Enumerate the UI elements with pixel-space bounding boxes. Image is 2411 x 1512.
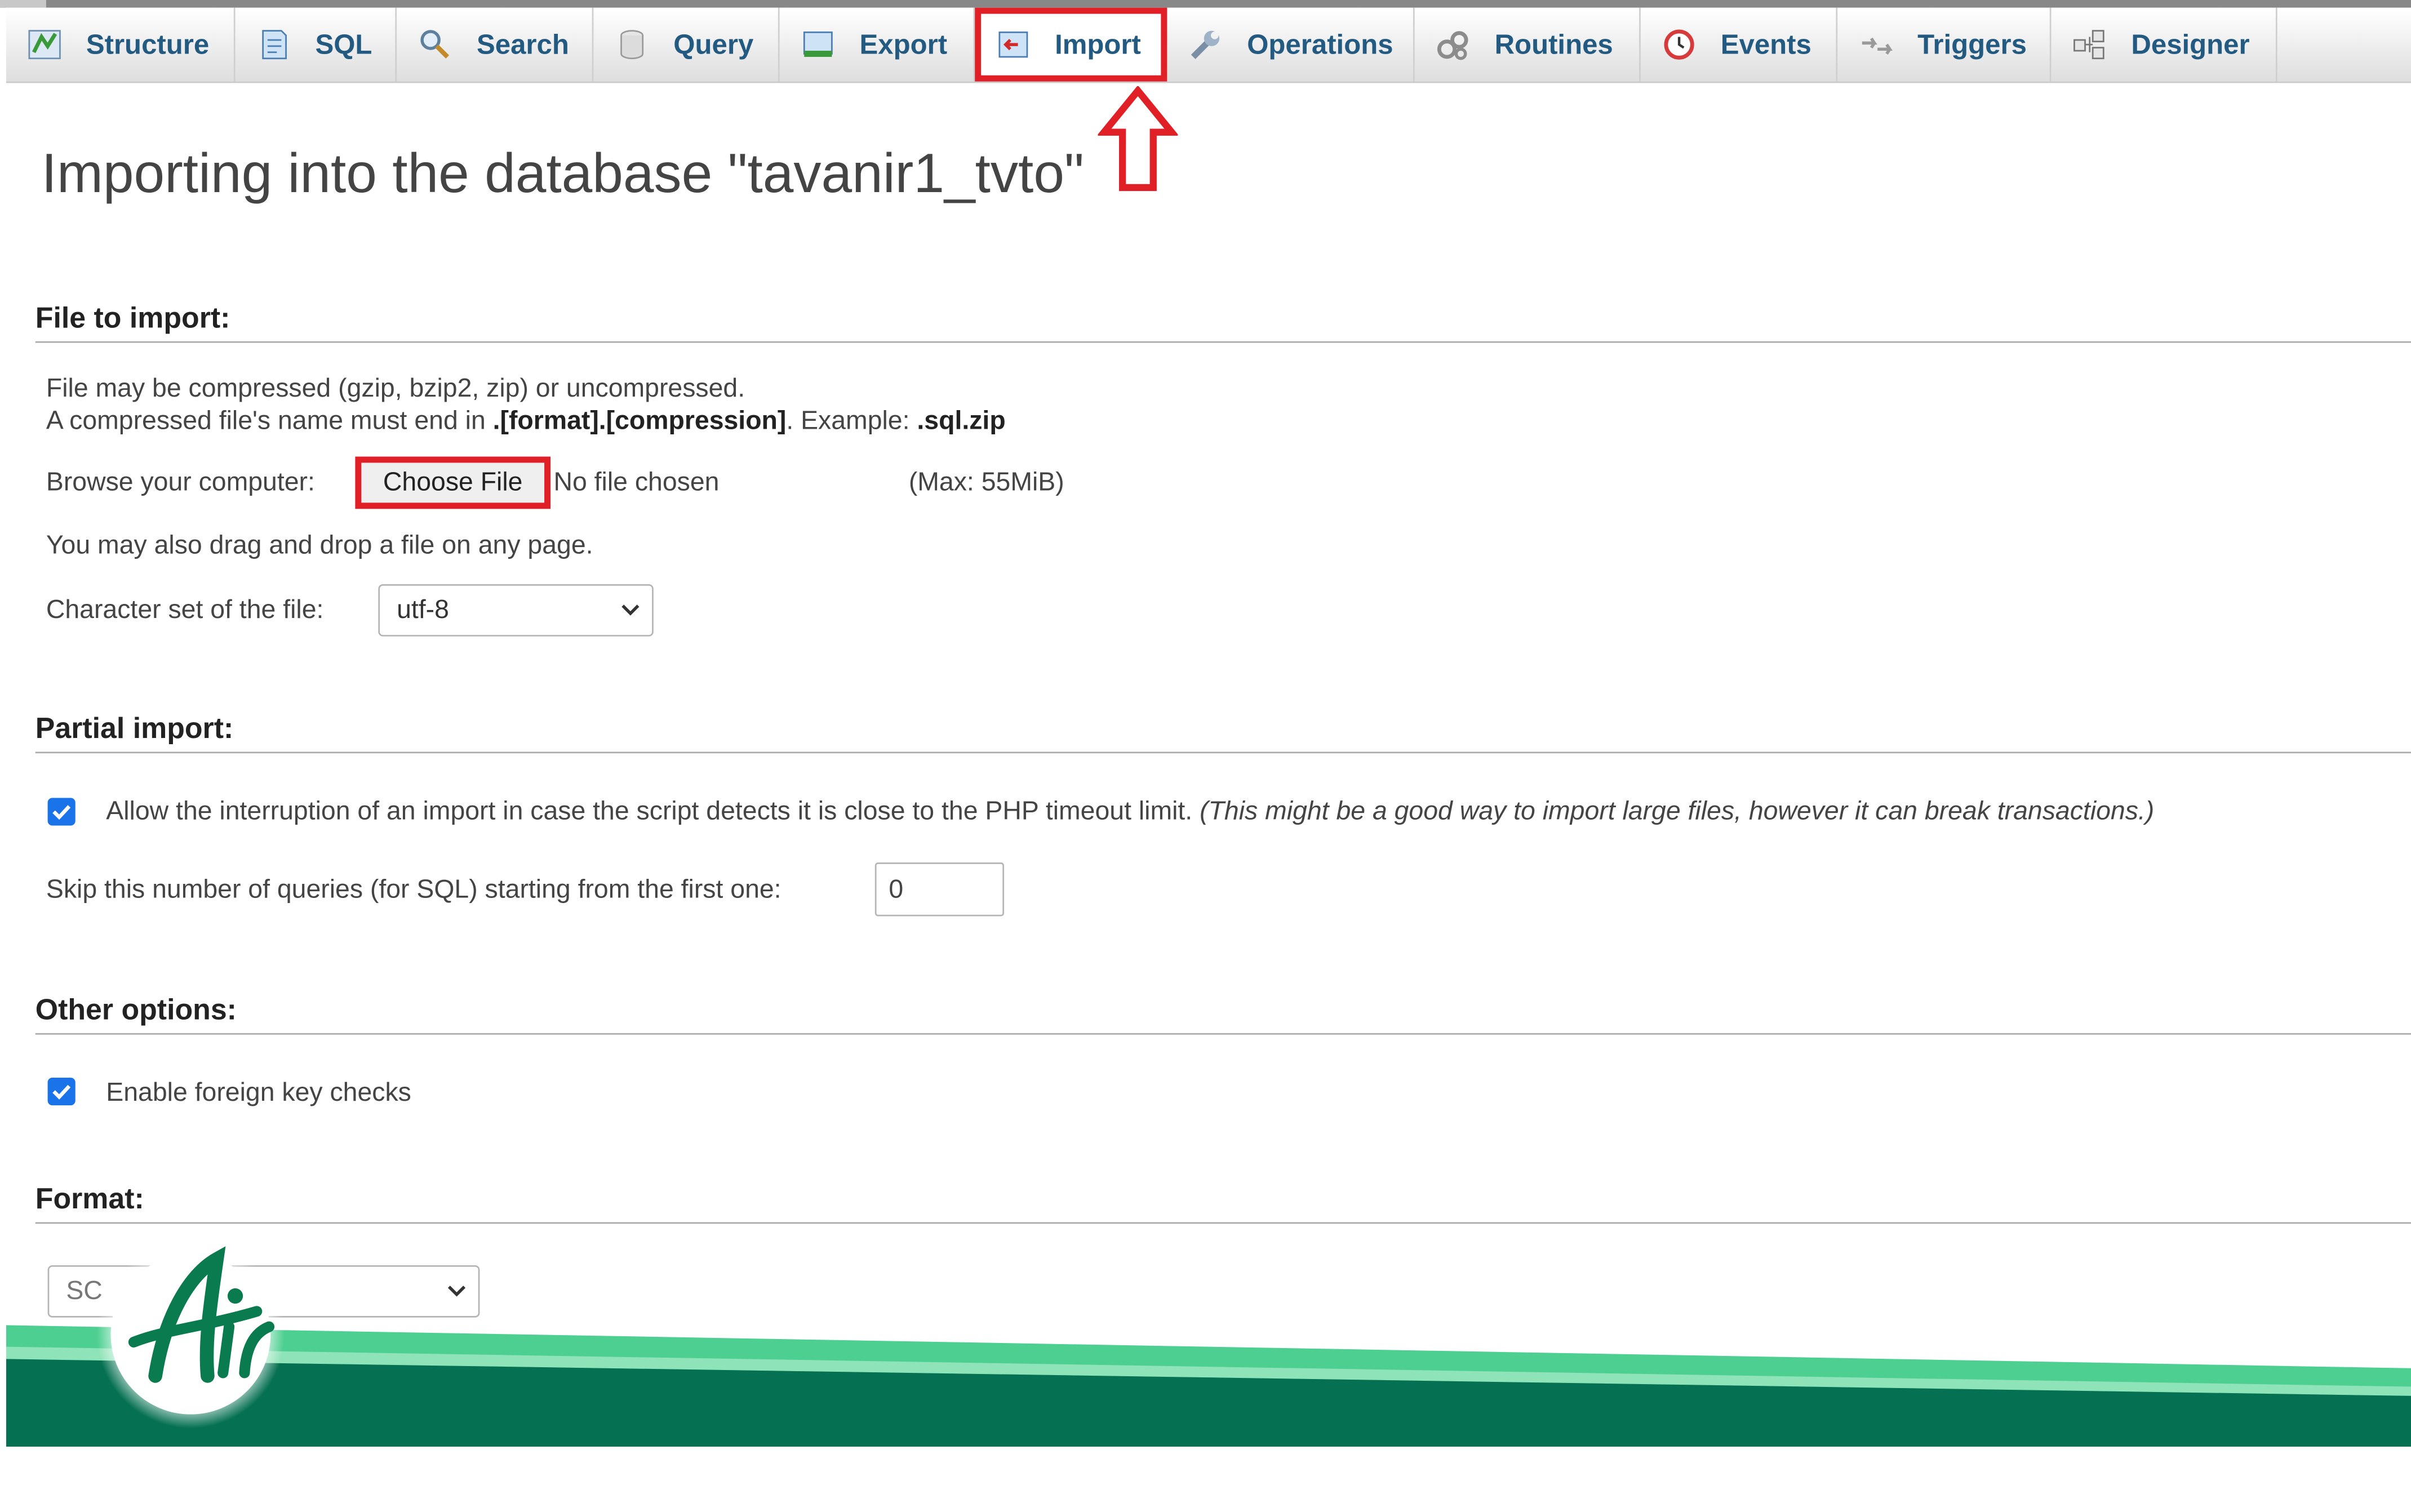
foreign-key-checkbox[interactable]: [47, 1078, 76, 1106]
note-format: .[format].[compression]: [492, 406, 787, 435]
tab-label: Triggers: [1917, 28, 2027, 60]
tab-query[interactable]: Query: [593, 7, 780, 82]
browse-label: Browse your computer:: [46, 467, 315, 497]
allow-interrupt-note: (This might be a good way to import larg…: [1200, 796, 2155, 826]
tab-export[interactable]: Export: [780, 7, 975, 82]
drag-drop-text: You may also drag and drop a file on any…: [46, 530, 593, 560]
tab-label: Import: [1055, 28, 1141, 60]
tab-structure[interactable]: Structure: [6, 7, 236, 82]
tab-operations[interactable]: Operations: [1167, 7, 1415, 82]
other-options-heading: Other options:: [35, 995, 2411, 1035]
charset-select[interactable]: utf-8: [378, 584, 654, 637]
query-icon: [620, 30, 644, 60]
tab-label: Events: [1720, 28, 1811, 60]
foreign-key-label: Enable foreign key checks: [106, 1078, 411, 1107]
skip-queries-label: Skip this number of queries (for SQL) st…: [46, 874, 782, 904]
air-logo-icon: [96, 1240, 285, 1429]
allow-interrupt-text: Allow the interruption of an import in c…: [106, 796, 1193, 826]
tab-label: Query: [673, 28, 754, 60]
allow-interrupt-checkbox[interactable]: [47, 798, 76, 826]
partial-import-heading: Partial import:: [35, 713, 2411, 754]
tab-label: Export: [859, 28, 948, 60]
stage: Structure SQL Search Query Export Import…: [0, 0, 2411, 1511]
tab-events[interactable]: Events: [1641, 7, 1838, 82]
note-mid: . Example:: [786, 406, 917, 435]
no-file-chosen-text: No file chosen: [553, 467, 720, 497]
search-icon: [420, 30, 450, 59]
tab-designer[interactable]: Designer: [2051, 7, 2277, 82]
triggers-icon: [1862, 37, 1893, 55]
tab-label: Operations: [1247, 28, 1393, 60]
note-example: .sql.zip: [917, 406, 1006, 435]
page-title: Importing into the database "tavanir1_tv…: [41, 141, 1084, 204]
allow-interrupt-label: Allow the interruption of an import in c…: [106, 795, 2154, 829]
tab-sql[interactable]: SQL: [236, 7, 397, 82]
charset-label: Character set of the file:: [46, 595, 324, 624]
structure-icon: [28, 30, 61, 60]
green-banner: [6, 1325, 2411, 1447]
routines-icon: [1437, 31, 1468, 60]
tab-search[interactable]: Search: [397, 7, 594, 82]
skip-queries-input[interactable]: [874, 862, 1005, 917]
tab-routines[interactable]: Routines: [1415, 7, 1641, 82]
tab-import[interactable]: Import: [975, 7, 1167, 82]
page: Structure SQL Search Query Export Import…: [0, 0, 2411, 1512]
clock-icon: [1664, 29, 1694, 60]
import-icon: [998, 31, 1028, 58]
top-strip: [0, 0, 2411, 8]
chevron-down-icon: [447, 1286, 466, 1297]
tab-label: Designer: [2131, 28, 2250, 60]
tab-label: SQL: [315, 28, 372, 60]
compression-name-note: A compressed file's name must end in .[f…: [46, 404, 1006, 438]
note-prefix: A compressed file's name must end in: [46, 406, 493, 435]
choose-file-button[interactable]: Choose File: [355, 456, 550, 509]
designer-icon: [2073, 30, 2104, 60]
tab-label: Structure: [86, 28, 210, 60]
sql-icon: [262, 30, 287, 60]
export-icon: [803, 31, 833, 57]
format-heading: Format:: [35, 1184, 2411, 1224]
wrench-icon: [1191, 30, 1220, 59]
tab-bar: Structure SQL Search Query Export Import…: [6, 7, 2411, 83]
tab-label: Search: [476, 28, 569, 60]
tab-triggers[interactable]: Triggers: [1837, 7, 2052, 82]
checkmark-icon: [52, 805, 71, 820]
charset-value: utf-8: [397, 595, 449, 624]
red-arrow-annotation-icon: [1098, 86, 1178, 192]
tab-label: Routines: [1494, 28, 1613, 60]
checkmark-icon: [52, 1084, 71, 1100]
file-to-import-heading: File to import:: [35, 303, 2411, 343]
max-size-text: (Max: 55MiB): [908, 467, 1064, 497]
compression-note: File may be compressed (gzip, bzip2, zip…: [46, 373, 745, 403]
chevron-down-icon: [621, 604, 640, 616]
